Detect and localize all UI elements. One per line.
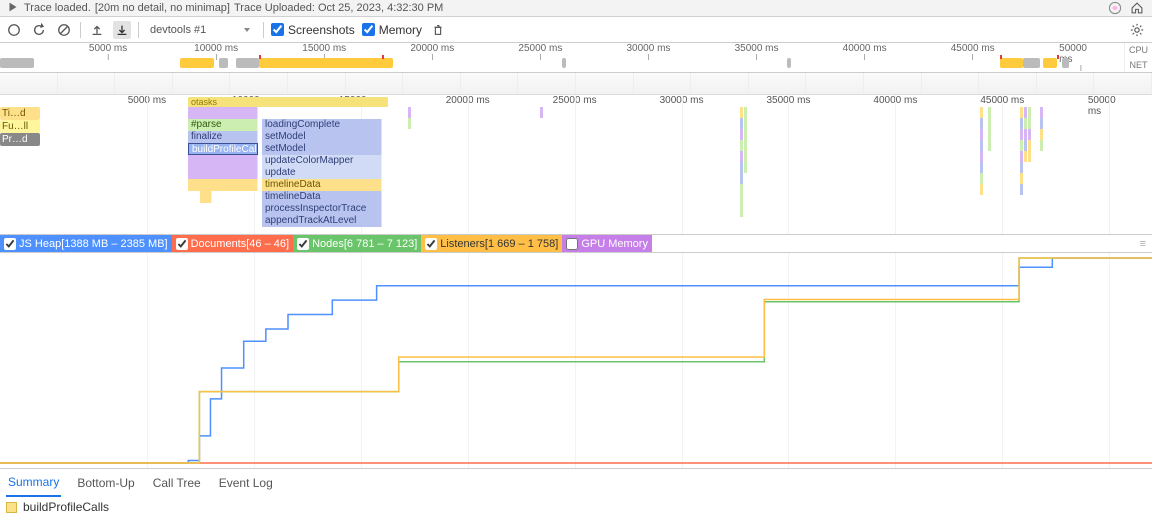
home-icon[interactable] [1128,0,1146,17]
flame-sliver[interactable] [988,107,991,151]
counter-toggle-listeners[interactable]: Listeners[1 669 – 1 758] [421,235,562,252]
counter-label: GPU Memory [581,238,648,250]
tab-call-tree[interactable]: Call Tree [151,470,203,496]
flame-event[interactable]: updateColorMapper [262,155,382,167]
clear-button[interactable] [55,21,73,39]
memory-legend: JS Heap[1388 MB – 2385 MB] Documents[46 … [0,235,1152,253]
record-button[interactable] [5,21,23,39]
tab-summary[interactable]: Summary [6,469,61,497]
flame-sliver[interactable] [1020,107,1023,195]
toolbar-divider [138,22,139,38]
flame-chart[interactable]: 5000 ms10000 ms15000 ms20000 ms25000 ms3… [0,95,1152,235]
trace-loaded-text: Trace loaded. [24,2,91,14]
ai-assist-icon[interactable] [1106,0,1124,17]
counter-toggle-nodes[interactable]: Nodes[6 781 – 7 123] [293,235,421,252]
flame-sliver[interactable] [540,107,543,118]
memory-checkbox[interactable] [362,23,375,36]
timeline-overview[interactable]: 5000 ms10000 ms15000 ms20000 ms25000 ms3… [0,43,1152,73]
flame-event[interactable]: loadingComplete [262,119,382,131]
flame-event[interactable]: setModel [262,131,382,143]
download-button[interactable] [113,21,131,39]
net-lane-label: NET [1130,60,1148,70]
memory-label: Memory [379,23,422,37]
flame-group-header[interactable]: otasks [188,97,388,107]
details-tabs: Summary Bottom-Up Call Tree Event Log [0,468,1152,496]
flame-event[interactable] [188,179,258,191]
cpu-lane-label: CPU [1129,45,1148,55]
counter-toggle-gpumem[interactable]: GPU Memory [562,235,652,252]
flame-event[interactable]: timelineData [262,179,382,191]
context-selector-label: devtools #1 [150,24,206,36]
track-label[interactable]: Pr…d [0,133,40,146]
gc-button[interactable] [429,21,447,39]
screenshots-toggle[interactable]: Screenshots [271,23,355,37]
legend-menu-icon[interactable]: ≡ [1140,238,1146,250]
play-icon[interactable] [6,0,20,17]
counter-line-listeners [0,258,1152,463]
flame-sliver[interactable] [980,107,983,195]
flame-event[interactable]: finalize [188,131,258,143]
summary-content: buildProfileCalls [0,496,1152,518]
flame-event[interactable]: update [262,167,382,179]
flame-event[interactable]: timelineData [262,191,382,203]
reload-record-button[interactable] [30,21,48,39]
trace-uploaded-text: Trace Uploaded: Oct 25, 2023, 4:32:30 PM [234,2,443,14]
context-selector[interactable]: devtools #1 [146,22,256,38]
toolbar-divider [263,22,264,38]
track-label[interactable]: Fu…ll [0,120,40,133]
counter-label: Documents[46 – 46] [191,238,289,250]
memory-toggle[interactable]: Memory [362,23,422,37]
track-labels: Ti…d Fu…ll Pr…d [0,107,40,146]
upload-button[interactable] [88,21,106,39]
counter-line-js-heap-(mb) [0,258,1152,463]
counter-line-nodes [0,258,1152,463]
flame-event[interactable]: processInspectorTrace [262,203,382,215]
counter-toggle-documents[interactable]: Documents[46 – 46] [172,235,293,252]
tab-bottom-up[interactable]: Bottom-Up [75,470,136,496]
flame-event[interactable] [188,155,258,167]
flame-event[interactable]: appendTrackAtLevel [262,215,382,227]
screenshots-label: Screenshots [288,23,355,37]
flame-sliver[interactable] [744,107,747,173]
flame-sliver[interactable] [740,107,743,217]
screenshots-checkbox[interactable] [271,23,284,36]
flame-event[interactable] [188,167,258,179]
screenshots-filmstrip[interactable] [0,73,1152,95]
flame-sliver[interactable] [1040,107,1043,151]
track-label[interactable]: Ti…d [0,107,40,120]
flame-event[interactable]: setModel [262,143,382,155]
summary-selected-name: buildProfileCalls [23,500,109,514]
toolbar-divider [80,22,81,38]
counter-label: Listeners[1 669 – 1 758] [440,238,558,250]
counter-label: Nodes[6 781 – 7 123] [312,238,417,250]
summary-color-swatch [6,502,17,513]
overview-lane-labels: CPU NET [1124,43,1152,72]
flame-event-selected[interactable]: buildProfileCalls [188,143,258,155]
settings-button[interactable] [1128,21,1146,39]
flame-event[interactable] [188,107,258,119]
flame-sliver[interactable] [408,107,411,129]
memory-graph[interactable] [0,253,1152,468]
trace-detail-text: [20m no detail, no minimap] [95,2,230,14]
flame-sliver[interactable] [1028,107,1031,162]
overview-activity [0,53,1124,71]
flame-sliver[interactable] [1024,107,1027,162]
memory-graph-lines [0,253,1152,468]
flame-event[interactable] [200,191,212,203]
counter-label: JS Heap[1388 MB – 2385 MB] [19,238,168,250]
chevron-down-icon [242,25,252,35]
counter-toggle-jsheap[interactable]: JS Heap[1388 MB – 2385 MB] [0,235,172,252]
status-strip: Trace loaded. [20m no detail, no minimap… [0,0,1152,17]
performance-toolbar: devtools #1 Screenshots Memory [0,17,1152,43]
tab-event-log[interactable]: Event Log [217,470,275,496]
flame-event[interactable]: #parse [188,119,258,131]
